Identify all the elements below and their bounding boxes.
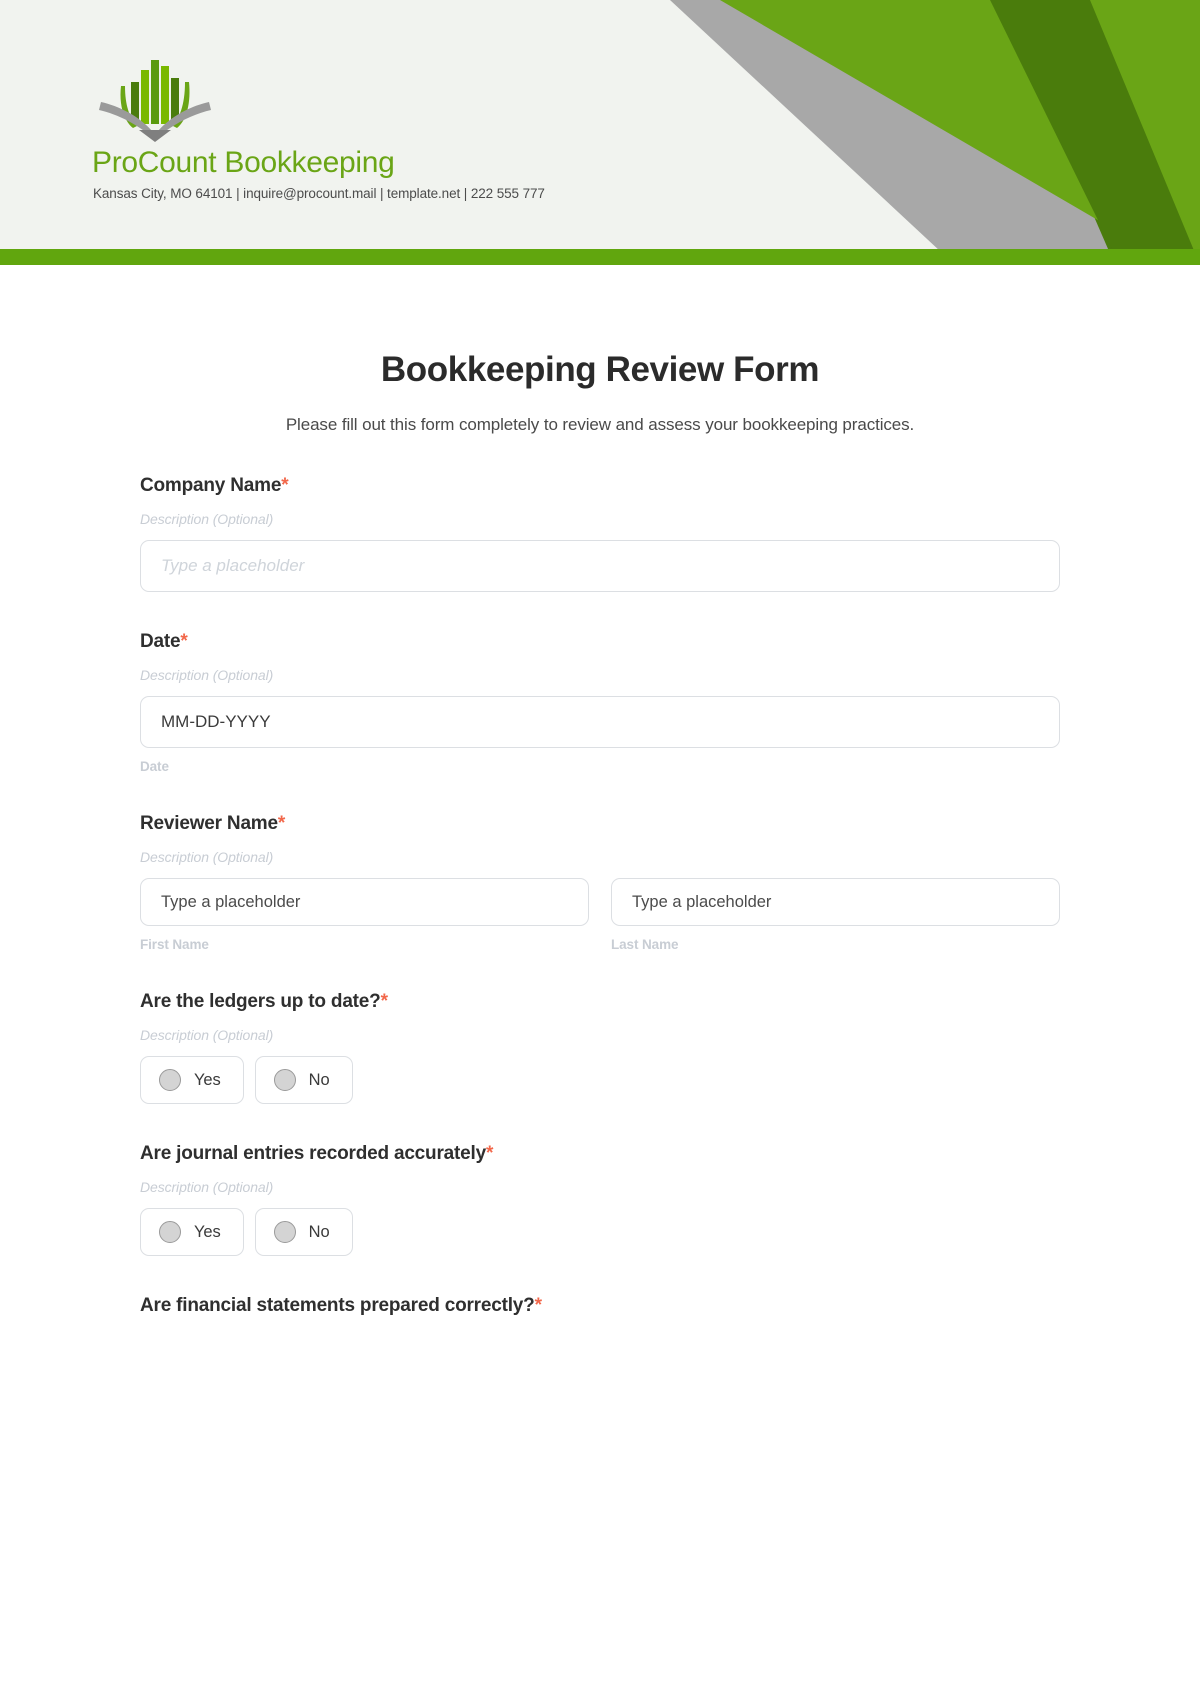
first-name-column: First Name: [140, 878, 589, 952]
field-company-name-label: Company Name*: [140, 475, 1060, 497]
company-name-input[interactable]: [140, 540, 1060, 592]
date-sub-label: Date: [140, 759, 169, 774]
brand-name: ProCount Bookkeeping: [92, 146, 395, 179]
banner-bottom-bar: [0, 249, 1200, 265]
required-asterisk: *: [485, 1143, 494, 1164]
label-text: Are journal entries recorded accurately: [140, 1143, 486, 1164]
brand-contact-line: Kansas City, MO 64101 | inquire@procount…: [93, 186, 545, 201]
label-text: Are financial statements prepared correc…: [140, 1295, 535, 1316]
last-name-sub-label: Last Name: [611, 937, 679, 952]
ledgers-option-yes[interactable]: Yes: [140, 1056, 244, 1104]
last-name-column: Last Name: [611, 878, 1060, 952]
field-financial-statements-correct-label: Are financial statements prepared correc…: [140, 1295, 1060, 1317]
first-name-sub-label: First Name: [140, 937, 209, 952]
ledgers-option-yes-label: Yes: [194, 1070, 221, 1089]
field-reviewer-name-label: Reviewer Name*: [140, 813, 1060, 835]
ledgers-option-no-label: No: [308, 1070, 330, 1089]
label-text: Date: [140, 631, 181, 652]
radio-circle-icon[interactable]: [273, 1069, 296, 1091]
reviewer-name-row: First Name Last Name: [140, 878, 1060, 952]
field-company-name: Company Name* Description (Optional): [140, 475, 1060, 592]
form-sheet: Bookkeeping Review Form Please fill out …: [0, 265, 1200, 1317]
journal-entries-radio-group: Yes No: [140, 1208, 1060, 1256]
field-date-description: Description (Optional): [140, 667, 274, 683]
label-text: Company Name: [140, 475, 282, 496]
first-name-input[interactable]: [140, 878, 589, 926]
last-name-input[interactable]: [611, 878, 1060, 926]
field-reviewer-name-description: Description (Optional): [140, 849, 274, 865]
page-subtitle: Please fill out this form completely to …: [285, 415, 915, 434]
journal-entries-option-no[interactable]: No: [254, 1208, 353, 1256]
radio-circle-icon[interactable]: [159, 1069, 181, 1091]
field-ledgers-up-to-date-description: Description (Optional): [140, 1027, 274, 1043]
radio-circle-icon[interactable]: [159, 1221, 181, 1243]
field-journal-entries-accurate: Are journal entries recorded accurately*…: [140, 1143, 1060, 1256]
required-asterisk: *: [180, 631, 188, 652]
radio-circle-icon[interactable]: [273, 1221, 296, 1243]
page-title: Bookkeeping Review Form: [380, 350, 820, 389]
label-text: Reviewer Name: [140, 813, 278, 834]
journal-entries-option-no-label: No: [308, 1222, 330, 1241]
page-header-banner: ProCount Bookkeeping Kansas City, MO 641…: [0, 0, 1200, 265]
field-company-name-description: Description (Optional): [140, 511, 274, 527]
form-fields-container: Company Name* Description (Optional) Dat…: [140, 435, 1060, 1317]
required-asterisk: *: [534, 1295, 542, 1316]
required-asterisk: *: [380, 991, 388, 1012]
field-journal-entries-accurate-label: Are journal entries recorded accurately*: [140, 1143, 1060, 1165]
date-input[interactable]: [140, 696, 1060, 748]
field-financial-statements-correct: Are financial statements prepared correc…: [140, 1295, 1060, 1317]
journal-entries-option-yes-label: Yes: [194, 1222, 221, 1241]
field-ledgers-up-to-date-label: Are the ledgers up to date?*: [140, 991, 1060, 1013]
field-date-label: Date*: [140, 631, 1060, 653]
ledgers-option-no[interactable]: No: [254, 1056, 353, 1104]
brand-logo-icon: [99, 60, 211, 142]
field-journal-entries-accurate-description: Description (Optional): [140, 1179, 274, 1195]
required-asterisk: *: [281, 475, 289, 496]
ledgers-radio-group: Yes No: [140, 1056, 1060, 1104]
field-ledgers-up-to-date: Are the ledgers up to date?* Description…: [140, 991, 1060, 1104]
label-text: Are the ledgers up to date?: [140, 991, 381, 1012]
journal-entries-option-yes[interactable]: Yes: [140, 1208, 244, 1256]
required-asterisk: *: [277, 813, 286, 834]
field-reviewer-name: Reviewer Name* Description (Optional) Fi…: [140, 813, 1060, 952]
field-date: Date* Description (Optional) Date: [140, 631, 1060, 774]
